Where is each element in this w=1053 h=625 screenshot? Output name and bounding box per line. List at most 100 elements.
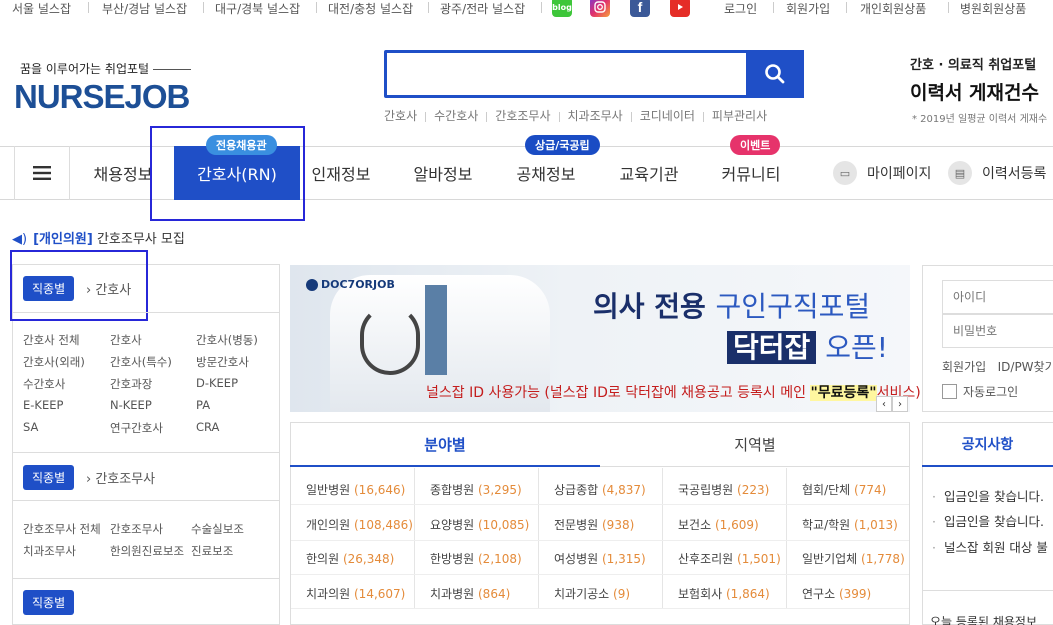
- hospital-product-link[interactable]: 병원회원상품: [960, 0, 1026, 17]
- category-link[interactable]: 수술실보조: [191, 521, 244, 537]
- stat-cell[interactable]: 종합병원 (3,295): [430, 481, 522, 498]
- banner-caption-b: "무료등록": [810, 385, 877, 401]
- category-link[interactable]: 한의원진료보조: [110, 543, 184, 559]
- stat-cell[interactable]: 보건소 (1,609): [678, 516, 759, 533]
- category-link[interactable]: 간호과장: [110, 376, 152, 392]
- stat-count: (16,646): [354, 483, 406, 497]
- stat-label: 보건소: [678, 518, 712, 532]
- region-link-busan[interactable]: 부산/경남 널스잡: [102, 0, 187, 17]
- stat-cell[interactable]: 치과병원 (864): [430, 585, 510, 602]
- stat-cell[interactable]: 요양병원 (10,085): [430, 516, 529, 533]
- tab-by-field[interactable]: 분야별: [290, 423, 600, 467]
- hamburger-menu-button[interactable]: [14, 146, 70, 200]
- stat-cell[interactable]: 치과기공소 (9): [554, 585, 630, 602]
- rolling-notice[interactable]: ◀) [개인의원] 간호조무사 모집: [12, 228, 185, 247]
- stat-cell[interactable]: 연구소 (399): [802, 585, 871, 602]
- category-link[interactable]: 연구간호사: [110, 420, 163, 436]
- nav-talent-info[interactable]: 인재정보: [306, 146, 376, 200]
- banner-caption-a: 널스잡 ID 사용가능 (널스잡 ID로 닥터잡에 채용공고 등록시 메인: [426, 385, 807, 401]
- stat-cell[interactable]: 국공립병원 (223): [678, 481, 769, 498]
- site-logo[interactable]: NURSEJOB: [14, 78, 190, 116]
- quick-link[interactable]: 수간호사: [434, 109, 478, 123]
- stat-cell[interactable]: 협회/단체 (774): [802, 481, 886, 498]
- stat-cell[interactable]: 보험회사 (1,864): [678, 585, 770, 602]
- search-input[interactable]: [384, 50, 804, 98]
- category-link[interactable]: N-KEEP: [110, 398, 152, 412]
- category-link[interactable]: 간호조무사: [110, 521, 163, 537]
- resume-register-link[interactable]: ▤ 이력서등록: [948, 146, 1046, 200]
- nav-part-time[interactable]: 알바정보: [408, 146, 478, 200]
- stat-cell[interactable]: 산후조리원 (1,501): [678, 550, 781, 567]
- login-link[interactable]: 로그인: [724, 0, 757, 17]
- search-button[interactable]: [746, 50, 804, 98]
- category-link[interactable]: 수간호사: [23, 376, 65, 392]
- category-chip[interactable]: 직종별: [23, 590, 75, 615]
- category-link[interactable]: 간호사(특수): [110, 354, 172, 370]
- instagram-icon[interactable]: [590, 0, 610, 17]
- login-id-input[interactable]: [942, 280, 1053, 314]
- stat-cell[interactable]: 상급종합 (4,837): [554, 481, 646, 498]
- notice-item[interactable]: 입금인을 찾습니다.: [932, 486, 1044, 505]
- stat-cell[interactable]: 여성병원 (1,315): [554, 550, 646, 567]
- category-link[interactable]: 진료보조: [191, 543, 233, 559]
- auto-login-checkbox[interactable]: [942, 384, 957, 399]
- highlight-box: [150, 126, 305, 221]
- my-page-link[interactable]: ▭ 마이페이지: [833, 146, 931, 200]
- auto-login[interactable]: 자동로그인: [942, 383, 1018, 400]
- stat-label: 일반병원: [306, 483, 351, 497]
- stat-cell[interactable]: 치과의원 (14,607): [306, 585, 405, 602]
- signup-link[interactable]: 회원가입: [786, 0, 830, 17]
- banner-next-button[interactable]: ›: [892, 396, 908, 412]
- stat-count: (9): [613, 587, 631, 601]
- category-link[interactable]: D-KEEP: [196, 376, 238, 390]
- facebook-icon[interactable]: f: [630, 0, 650, 17]
- stat-cell[interactable]: 한의원 (26,348): [306, 550, 394, 567]
- category-link[interactable]: 간호사(병동): [196, 332, 258, 348]
- tab-by-region[interactable]: 지역별: [600, 423, 910, 467]
- category-link[interactable]: 간호사 전체: [23, 332, 80, 348]
- category-link[interactable]: 치과조무사: [23, 543, 76, 559]
- youtube-icon[interactable]: [670, 0, 690, 17]
- stat-cell[interactable]: 전문병원 (938): [554, 516, 634, 533]
- category-link[interactable]: E-KEEP: [23, 398, 63, 412]
- divider: [291, 574, 909, 575]
- category-link[interactable]: 간호사(외래): [23, 354, 85, 370]
- quick-link[interactable]: 간호사: [384, 109, 417, 123]
- stat-cell[interactable]: 일반병원 (16,646): [306, 481, 405, 498]
- join-link[interactable]: 회원가입: [942, 360, 986, 374]
- notice-item[interactable]: 널스잡 회원 대상 불: [932, 537, 1048, 556]
- stat-count: (938): [602, 518, 635, 532]
- find-idpw-link[interactable]: ID/PW찾기: [998, 360, 1053, 374]
- quick-link[interactable]: 피부관리사: [712, 109, 767, 123]
- region-link-daejeon[interactable]: 대전/충청 널스잡: [328, 0, 413, 17]
- quick-link[interactable]: 치과조무사: [568, 109, 623, 123]
- divider: [291, 608, 909, 609]
- category-link[interactable]: 방문간호사: [196, 354, 249, 370]
- notice-item[interactable]: 입금인을 찾습니다.: [932, 511, 1044, 530]
- personal-product-link[interactable]: 개인회원상품: [860, 0, 926, 17]
- notice-title[interactable]: 공지사항: [922, 423, 1053, 467]
- region-link-gwangju[interactable]: 광주/전라 널스잡: [440, 0, 525, 17]
- stat-cell[interactable]: 한방병원 (2,108): [430, 550, 522, 567]
- stat-cell[interactable]: 학교/학원 (1,013): [802, 516, 898, 533]
- category-link[interactable]: CRA: [196, 420, 219, 434]
- nav-education[interactable]: 교육기관: [614, 146, 684, 200]
- category-link[interactable]: 간호조무사 전체: [23, 521, 101, 537]
- login-pw-input[interactable]: [942, 314, 1053, 348]
- search-field[interactable]: [387, 53, 737, 93]
- blog-icon[interactable]: blog: [552, 0, 572, 17]
- category-link[interactable]: SA: [23, 420, 38, 434]
- divider: [541, 2, 542, 13]
- category-link[interactable]: 간호사: [110, 332, 142, 348]
- category-link[interactable]: PA: [196, 398, 210, 412]
- doctor-tie: [425, 285, 447, 375]
- quick-link[interactable]: 코디네이터: [640, 109, 695, 123]
- region-link-seoul[interactable]: 서울 널스잡: [12, 0, 71, 17]
- stat-cell[interactable]: 일반기업체 (1,778): [802, 550, 905, 567]
- banner-prev-button[interactable]: ‹: [876, 396, 892, 412]
- quick-link[interactable]: 간호조무사: [495, 109, 550, 123]
- category-chip[interactable]: 직종별: [23, 465, 75, 490]
- nav-job-info[interactable]: 채용정보: [88, 146, 158, 200]
- region-link-daegu[interactable]: 대구/경북 널스잡: [215, 0, 300, 17]
- stat-cell[interactable]: 개인의원 (108,486): [306, 516, 413, 533]
